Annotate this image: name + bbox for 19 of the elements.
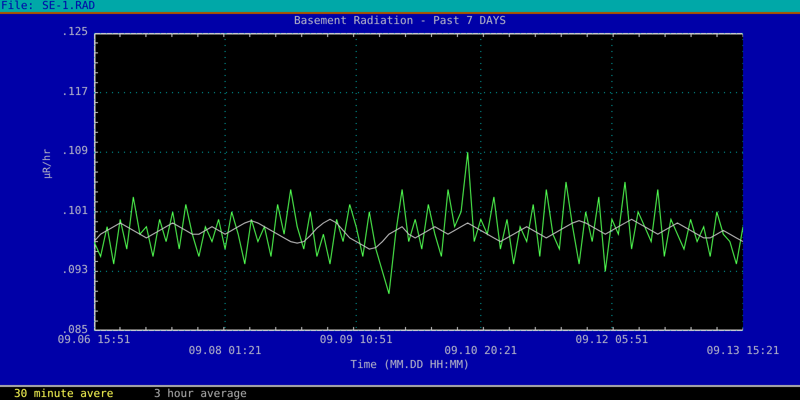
x-tick-label: 09.06 15:51: [58, 334, 130, 346]
y-tick-label: .109: [62, 145, 88, 158]
file-label: File:: [1, 0, 34, 12]
x-axis-title: Time (MM.DD HH:MM): [350, 359, 470, 371]
legend-label: 3 hour average: [153, 388, 248, 400]
y-tick-label: .093: [62, 264, 88, 276]
y-tick-label: .085: [62, 324, 88, 336]
x-tick-label: 09.13 15:21: [706, 345, 780, 357]
x-tick-label: 09.10 20:21: [444, 345, 518, 357]
y-tick-label: .125: [62, 26, 88, 38]
legend-label: 30 minute avere: [13, 388, 114, 400]
y-axis-title: µR/hr: [42, 148, 54, 179]
file-name: SE-1.RAD: [42, 0, 96, 12]
chart-title: Basement Radiation - Past 7 DAYS: [294, 14, 506, 27]
x-tick-label: 09.09 10:51: [320, 334, 393, 346]
y-tick-label: .101: [62, 204, 88, 217]
x-tick-label: 09.08 01:21: [188, 345, 262, 357]
y-tick-label: .117: [62, 86, 88, 98]
x-tick-label: 09.12 05:51: [575, 334, 648, 346]
